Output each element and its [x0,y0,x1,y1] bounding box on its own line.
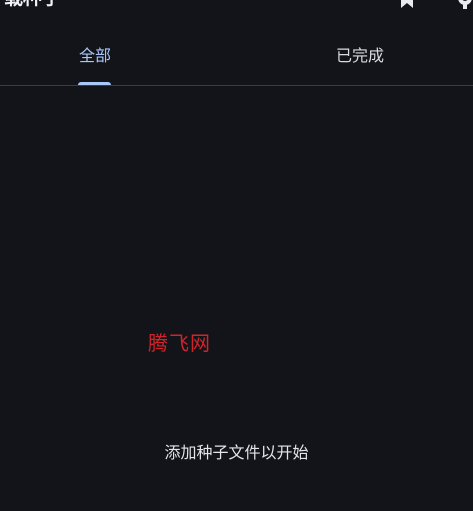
empty-state-message: 添加种子文件以开始 [164,443,309,462]
tab-completed-label: 已完成 [335,46,384,65]
watermark-text: 腾飞网 [148,331,211,355]
tab-all-label: 全部 [78,46,111,65]
tabs-divider [0,85,473,86]
app-title: 载种子 [4,0,61,10]
app-window: 载种子 全部 已完成 腾飞网 添加种子文件以开始 [0,0,473,511]
tab-all[interactable]: 全部 [0,40,190,85]
tab-bar: 全部 已完成 [0,40,473,86]
bookmark-icon[interactable] [399,0,415,8]
top-app-bar: 载种子 [0,0,473,10]
settings-gear-icon[interactable] [453,0,473,10]
tab-completed[interactable]: 已完成 [250,40,470,85]
